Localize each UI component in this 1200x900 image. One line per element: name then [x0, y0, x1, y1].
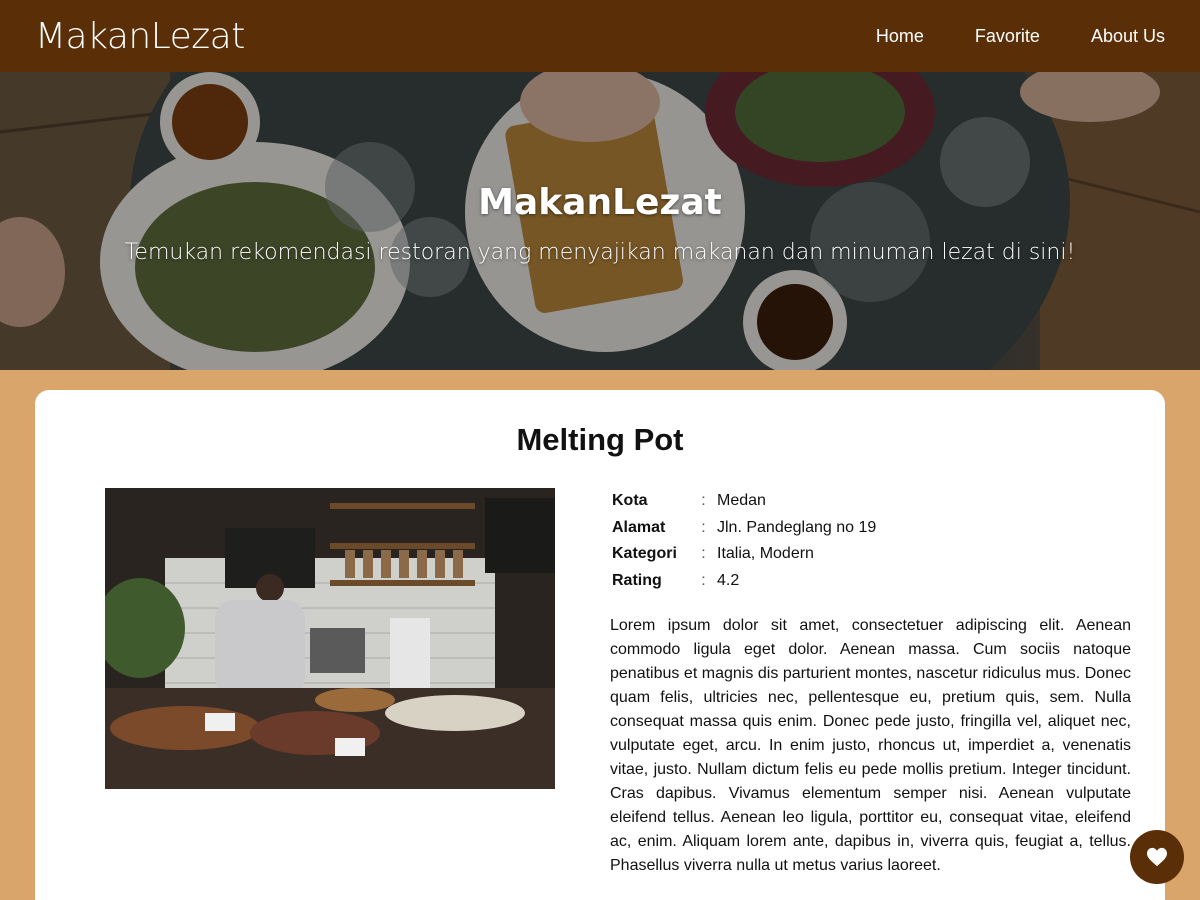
restaurant-image [105, 488, 555, 789]
restaurant-description: Lorem ipsum dolor sit amet, consectetuer… [610, 617, 1131, 874]
hero-tagline: Temukan rekomendasi restoran yang menyaj… [124, 240, 1076, 265]
brand-logo-link[interactable]: MakanLezat [35, 16, 245, 57]
info-value-city: Medan [717, 492, 766, 510]
info-row-rating: Rating : 4.2 [610, 568, 878, 595]
nav-home-link[interactable]: Home [876, 26, 924, 47]
info-separator: : [701, 545, 706, 563]
heart-icon [1147, 847, 1167, 867]
info-row-category: Kategori : Italia, Modern [610, 541, 878, 568]
info-label: Kota [612, 492, 648, 510]
info-label: Kategori [612, 545, 677, 563]
restaurant-detail-card: Melting Pot Kota: Medan Alamat: Jln. P… [35, 390, 1165, 900]
restaurant-photo [105, 488, 555, 789]
info-value-rating: 4.2 [717, 571, 740, 589]
info-label: Alamat [612, 518, 666, 536]
info-separator: : [701, 571, 706, 589]
info-label: Rating [612, 571, 662, 589]
info-value-address: Jln. Pandeglang no 19 [717, 518, 877, 536]
info-separator: : [701, 518, 706, 536]
restaurant-name: Melting Pot [516, 422, 684, 457]
navbar: MakanLezat Home Favorite About Us [0, 0, 1200, 72]
nav-about-link[interactable]: About Us [1091, 26, 1165, 47]
info-separator: : [701, 492, 706, 510]
restaurant-info-table: Kota : Medan Alamat : Jln. Pandeglang no… [610, 488, 878, 594]
hero-title: MakanLezat [478, 182, 722, 223]
info-value-category: Italia, Modern [717, 545, 814, 563]
hero-banner: MakanLezat Temukan rekomendasi restoran … [0, 72, 1200, 370]
favorite-button[interactable] [1130, 830, 1184, 884]
info-row-address: Alamat : Jln. Pandeglang no 19 [610, 515, 878, 542]
info-row-city: Kota : Medan [610, 488, 878, 515]
nav-links: Home Favorite About Us [825, 26, 1165, 47]
nav-favorite-link[interactable]: Favorite [975, 26, 1040, 47]
